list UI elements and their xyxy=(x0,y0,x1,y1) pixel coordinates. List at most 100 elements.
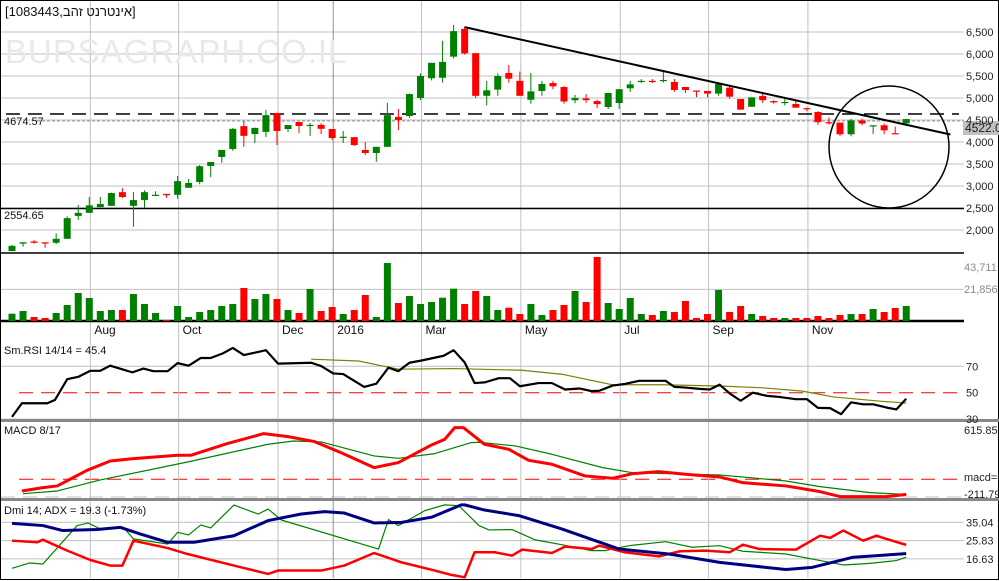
candle xyxy=(659,71,667,83)
candle xyxy=(240,120,248,147)
candle xyxy=(825,117,833,125)
candle-body xyxy=(670,81,678,90)
candle xyxy=(85,197,93,213)
rsi-signal-line xyxy=(311,358,907,404)
candle-body xyxy=(196,166,204,183)
candle-body xyxy=(869,125,877,127)
volume-bar xyxy=(582,301,590,321)
volume-bar xyxy=(483,295,491,321)
chart-canvas: BURSAGRAPH.CO.IL [1083443,אינטרנט זהב] 4… xyxy=(1,1,999,579)
candle xyxy=(140,190,148,208)
candle-body xyxy=(405,94,413,117)
candle xyxy=(107,192,115,206)
candle-body xyxy=(383,115,391,147)
candle xyxy=(96,197,104,208)
candle xyxy=(527,72,535,104)
price-tick-label: 4,000 xyxy=(966,137,994,149)
candle-body xyxy=(726,87,734,97)
price-tick-label: 3,000 xyxy=(966,181,994,193)
candle-body xyxy=(185,182,193,188)
month-label: Nov xyxy=(812,323,833,337)
candle xyxy=(383,102,391,147)
volume-bar xyxy=(41,317,49,321)
volume-bar xyxy=(96,310,104,321)
candle-body xyxy=(229,128,237,150)
macd-tick-label: macd=0 xyxy=(964,472,999,484)
candle-body xyxy=(527,91,535,100)
volume-bar xyxy=(207,309,215,321)
candle xyxy=(152,191,160,196)
candle xyxy=(549,80,557,90)
candle xyxy=(207,162,215,178)
volume-bar xyxy=(174,305,182,321)
volume-bar xyxy=(339,314,347,321)
volume-bar xyxy=(637,314,645,321)
rsi-title: Sm.RSI 14/14 = 45.4 xyxy=(4,345,106,357)
price-tick-label: 6,000 xyxy=(966,49,994,61)
candle xyxy=(306,123,314,136)
volume-bar xyxy=(615,308,623,321)
volume-bar xyxy=(461,303,469,321)
candle xyxy=(516,71,524,96)
volume-bar xyxy=(737,305,745,321)
candle-body xyxy=(593,101,601,105)
candle xyxy=(19,242,27,247)
candle xyxy=(505,65,513,83)
candle xyxy=(52,233,60,245)
candle-body xyxy=(836,122,844,135)
volume-bar xyxy=(825,317,833,321)
candle xyxy=(704,90,712,98)
candle xyxy=(185,178,193,188)
candle xyxy=(218,149,226,163)
rsi-tick-label: 70 xyxy=(966,361,978,373)
candle-body xyxy=(174,181,182,195)
candle-body xyxy=(140,192,148,201)
candle xyxy=(593,99,601,109)
month-label: May xyxy=(525,323,548,337)
candle-body xyxy=(152,194,160,196)
candle-body xyxy=(439,61,447,78)
candle xyxy=(416,73,424,101)
candle-body xyxy=(96,204,104,208)
month-label: Sep xyxy=(713,323,735,337)
volume-bar xyxy=(394,302,402,321)
volume-bar xyxy=(726,311,734,321)
candle-body xyxy=(626,84,634,89)
candle-body xyxy=(41,242,49,244)
price-tick-label: 4,500 xyxy=(966,115,994,127)
candle-body xyxy=(604,92,612,108)
candle xyxy=(30,240,38,244)
price-tick-label: 5,500 xyxy=(966,71,994,83)
volume-bar xyxy=(836,314,844,321)
candle xyxy=(891,126,899,135)
candle-body xyxy=(394,116,402,120)
volume-bar xyxy=(715,289,723,321)
volume-bar xyxy=(118,309,126,321)
price-tick-label: 2,500 xyxy=(966,203,994,215)
ref-label-2554: 2554.65 xyxy=(4,210,44,222)
trendline[interactable] xyxy=(464,26,951,136)
volume-bar xyxy=(30,316,38,321)
volume-bar xyxy=(74,292,82,321)
candle xyxy=(394,109,402,131)
candle xyxy=(792,101,800,108)
volume-bar xyxy=(626,297,634,321)
candle xyxy=(317,123,325,135)
highlight-circle[interactable] xyxy=(828,85,950,209)
candle-body xyxy=(416,76,424,98)
candle-body xyxy=(582,98,590,101)
price-tick-label: 6,500 xyxy=(966,27,994,39)
candle xyxy=(339,131,347,143)
candle-body xyxy=(295,121,303,126)
volume-bar xyxy=(428,301,436,321)
volume-bar xyxy=(880,311,888,321)
dmi-tick-label: 35.04 xyxy=(966,517,994,529)
candle xyxy=(129,192,137,227)
candle-body xyxy=(858,120,866,124)
candle xyxy=(759,93,767,103)
candle xyxy=(295,121,303,134)
candle-body xyxy=(648,80,656,83)
minus-di-line xyxy=(11,529,907,579)
macd-tick-label: -211.79 xyxy=(964,489,999,501)
candle xyxy=(836,122,844,136)
